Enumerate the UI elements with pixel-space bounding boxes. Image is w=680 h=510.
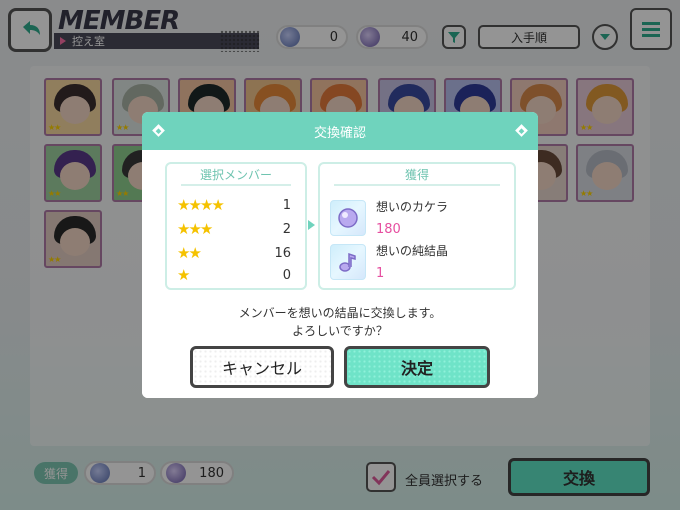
item-count: 1 <box>376 266 385 281</box>
item-name: 想いのカケラ <box>376 200 449 214</box>
confirm-message: メンバーを想いの結晶に交換します。 よろしいですか？ <box>142 304 538 340</box>
star-rating-icon: ★★ <box>177 244 202 262</box>
arrow-right-icon <box>308 220 315 230</box>
panel-title-line: 獲得 <box>334 166 500 186</box>
dialog-title: 交換確認 <box>313 125 366 141</box>
confirm-button[interactable]: 決定 <box>344 346 490 388</box>
rarity-row-3: ★★★ 2 <box>177 220 295 238</box>
rarity-count: 1 <box>282 197 291 213</box>
rarity-row-2: ★★ 16 <box>177 244 295 262</box>
rarity-count: 0 <box>282 267 291 283</box>
star-rating-icon: ★★★★ <box>177 196 225 214</box>
dialog-body: 選択メンバー ★★★★ 1 ★★★ 2 ★★ 16 ★ 0 獲得 想いのカケラ … <box>142 150 538 398</box>
star-rating-icon: ★★★ <box>177 220 213 238</box>
rarity-count: 2 <box>282 221 291 237</box>
members-panel-title: 選択メンバー <box>199 168 272 182</box>
rarity-row-1: ★ 0 <box>177 266 295 284</box>
item-count: 180 <box>376 222 401 237</box>
rarity-row-4: ★★★★ 1 <box>177 196 295 214</box>
message-line: よろしいですか？ <box>292 324 388 338</box>
member-screen: MEMBER 控え室 0 40 入手順 ★★★★★★★★★★★★★★★★★★★★… <box>0 0 680 510</box>
diamond-icon <box>515 124 528 137</box>
rarity-count: 16 <box>274 245 291 261</box>
dialog-header: 交換確認 <box>142 112 538 150</box>
cancel-button[interactable]: キャンセル <box>190 346 334 388</box>
star-rating-icon: ★ <box>177 266 191 284</box>
selected-members-panel: 選択メンバー ★★★★ 1 ★★★ 2 ★★ 16 ★ 0 <box>165 162 307 290</box>
message-line: メンバーを想いの結晶に交換します。 <box>238 306 442 320</box>
gain-panel-title: 獲得 <box>404 168 429 182</box>
memory-crystal-icon <box>330 244 366 280</box>
gain-panel: 獲得 想いのカケラ 180 想いの純結晶 1 <box>318 162 516 290</box>
diamond-icon <box>152 124 165 137</box>
item-name: 想いの純結晶 <box>376 244 449 258</box>
exchange-confirm-dialog: 交換確認 選択メンバー ★★★★ 1 ★★★ 2 ★★ 16 ★ 0 獲得 想い… <box>142 112 538 398</box>
memory-fragment-icon <box>330 200 366 236</box>
panel-title-line: 選択メンバー <box>181 166 291 186</box>
